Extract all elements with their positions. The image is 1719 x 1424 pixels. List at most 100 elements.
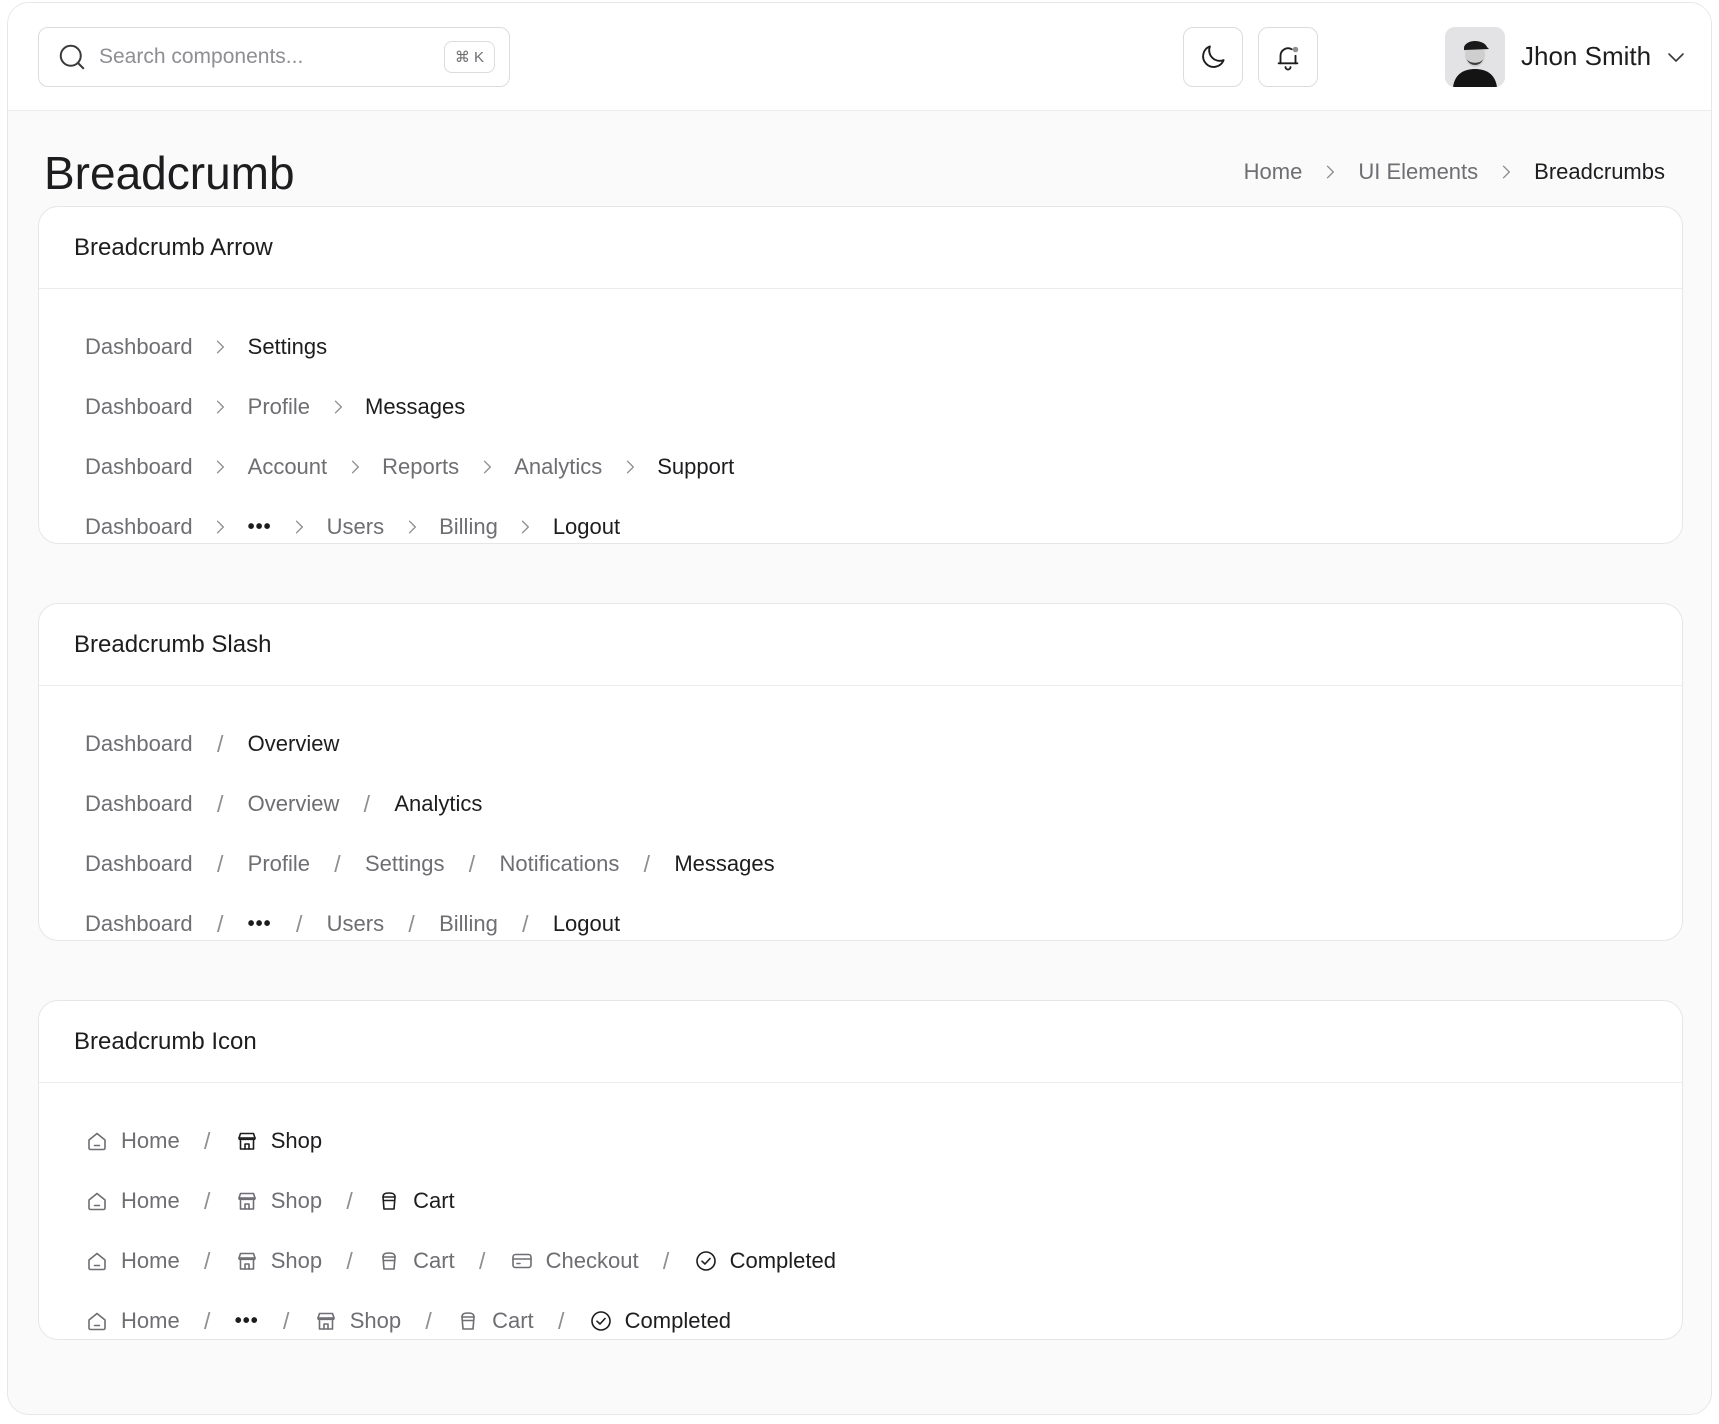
card-title: Breadcrumb Slash (39, 604, 1682, 686)
breadcrumb-link-users[interactable]: Users (327, 514, 384, 540)
breadcrumb-link-cart[interactable]: Cart (377, 1248, 455, 1274)
breadcrumb-label: Dashboard (85, 911, 193, 936)
user-name[interactable]: Jhon Smith (1521, 41, 1651, 72)
breadcrumb-ellipsis[interactable]: ••• (248, 516, 272, 539)
breadcrumb-link-account[interactable]: Account (248, 454, 328, 480)
chevron-right-icon (1502, 165, 1511, 179)
breadcrumb-label: Dashboard (85, 394, 193, 419)
keyboard-shortcut-badge: ⌘ K (443, 41, 495, 73)
card-breadcrumb-arrow: Breadcrumb Arrow Dashboard Settings Dashbo… (38, 206, 1683, 544)
breadcrumb-link-dashboard[interactable]: Dashboard (85, 334, 193, 360)
breadcrumb-label: Overview (247, 791, 340, 816)
theme-toggle-button[interactable] (1183, 27, 1243, 87)
breadcrumb-label: Dashboard (85, 334, 193, 359)
home-icon (88, 1192, 106, 1211)
breadcrumb-separator-slash: / (346, 1187, 353, 1214)
breadcrumb-link-dashboard[interactable]: Dashboard (85, 514, 193, 540)
breadcrumb-link-overview[interactable]: Overview (248, 791, 340, 817)
breadcrumb-label: Shop (270, 1128, 323, 1153)
breadcrumb-link-dashboard[interactable]: Dashboard (85, 394, 193, 420)
breadcrumb-link-shop[interactable]: Shop (235, 1248, 322, 1274)
breadcrumb-separator-slash: / (203, 1187, 211, 1214)
breadcrumb-label: Dashboard (85, 514, 193, 539)
breadcrumb-current-messages: Messages (365, 394, 465, 420)
breadcrumb-link-notifications[interactable]: Notifications (500, 851, 620, 877)
breadcrumb-label: Settings (365, 851, 445, 876)
breadcrumb-label: Home (1243, 159, 1303, 184)
chevron-right-icon (626, 460, 634, 474)
chevron-down-icon[interactable] (1664, 45, 1688, 69)
breadcrumb-label: Users (326, 514, 385, 539)
breadcrumb-link-checkout[interactable]: Checkout (510, 1248, 639, 1274)
chevron-right-icon (216, 460, 225, 474)
breadcrumb-ellipsis[interactable]: ••• (235, 1310, 259, 1333)
breadcrumb-link-reports[interactable]: Reports (382, 454, 459, 480)
breadcrumb-label: Home (121, 1188, 180, 1213)
breadcrumb-link-dashboard[interactable]: Dashboard (85, 454, 193, 480)
notifications-button[interactable] (1258, 27, 1318, 87)
breadcrumb-separator-arrow (384, 517, 439, 537)
breadcrumb-separator-arrow (272, 517, 327, 537)
breadcrumb-link-profile[interactable]: Profile (248, 394, 310, 420)
breadcrumb-link-dashboard[interactable]: Dashboard (85, 911, 193, 937)
credit-card-icon (511, 1253, 532, 1269)
breadcrumb-link-analytics[interactable]: Analytics (514, 454, 602, 480)
breadcrumb-link-billing[interactable]: Billing (439, 514, 498, 540)
breadcrumb-label: Completed (624, 1308, 732, 1333)
chevron-right-icon (295, 520, 304, 534)
breadcrumb-label: Shop (270, 1188, 323, 1213)
breadcrumb-row: Dashboard Account Reports Analytics Support (85, 437, 1682, 497)
breadcrumb-label: Account (247, 454, 328, 479)
breadcrumb-link-shop[interactable]: Shop (235, 1188, 322, 1214)
breadcrumb-current-support: Support (657, 454, 734, 480)
breadcrumb-link-billing[interactable]: Billing (439, 911, 498, 937)
breadcrumb-link-cart[interactable]: Cart (456, 1308, 534, 1334)
check-circle-icon (695, 1251, 716, 1271)
breadcrumb-link-dashboard[interactable]: Dashboard (85, 731, 193, 757)
breadcrumb-separator-arrow (1302, 162, 1358, 182)
search-box[interactable]: ⌘ K (38, 27, 510, 87)
breadcrumb-link-dashboard[interactable]: Dashboard (85, 791, 193, 817)
card-body: Home / Shop Home / Shop / Cart Home / Shop / Cart / Ch… (39, 1083, 1682, 1351)
breadcrumb-current-completed: Completed (589, 1308, 731, 1334)
card-body: Dashboard / Overview Dashboard / Overview / Ana… (39, 686, 1682, 954)
breadcrumb-current-settings: Settings (248, 334, 328, 360)
breadcrumb-row: Home / ••• / Shop / Cart / Completed (85, 1291, 1682, 1351)
breadcrumb-link-home[interactable]: Home (85, 1308, 180, 1334)
breadcrumb-label: Cart (492, 1308, 534, 1333)
breadcrumb-link-dashboard[interactable]: Dashboard (85, 851, 193, 877)
breadcrumb-separator-arrow (602, 457, 657, 477)
breadcrumb-link-ui-elements[interactable]: UI Elements (1358, 159, 1478, 185)
page-breadcrumb: Home UI Elements Breadcrumbs (1244, 159, 1665, 185)
breadcrumb-link-home[interactable]: Home (85, 1128, 180, 1154)
breadcrumb-link-profile[interactable]: Profile (248, 851, 310, 877)
breadcrumb-separator-slash: / (203, 1247, 211, 1274)
breadcrumb-separator-arrow (193, 457, 248, 477)
breadcrumb-label: Support (657, 454, 735, 479)
chevron-right-icon (483, 460, 491, 474)
cart-icon (461, 1312, 475, 1330)
breadcrumb-separator-slash: / (283, 1307, 290, 1334)
breadcrumb-label: Shop (349, 1308, 402, 1333)
breadcrumb-link-home[interactable]: Home (1244, 159, 1303, 185)
breadcrumb-label: Cart (413, 1188, 455, 1213)
breadcrumb-link-home[interactable]: Home (85, 1188, 180, 1214)
home-icon (88, 1312, 106, 1331)
breadcrumb-current-breadcrumbs: Breadcrumbs (1534, 159, 1665, 185)
breadcrumb-link-users[interactable]: Users (327, 911, 384, 937)
search-input[interactable] (99, 45, 419, 69)
breadcrumb-separator-slash: / (643, 850, 651, 877)
breadcrumb-separator-slash: / (468, 850, 476, 877)
breadcrumb-label: Billing (439, 911, 498, 936)
breadcrumb-label: Home (121, 1128, 180, 1153)
avatar[interactable] (1445, 27, 1505, 87)
breadcrumb-separator-slash: / (425, 1307, 432, 1334)
check-circle-icon (590, 1311, 611, 1331)
breadcrumb-link-shop[interactable]: Shop (314, 1308, 401, 1334)
breadcrumb-link-home[interactable]: Home (85, 1248, 180, 1274)
breadcrumb-label: Checkout (545, 1248, 639, 1273)
breadcrumb-current-completed: Completed (694, 1248, 836, 1274)
breadcrumb-link-settings[interactable]: Settings (365, 851, 445, 877)
breadcrumb-ellipsis[interactable]: ••• (248, 913, 272, 936)
breadcrumb-label: Dashboard (85, 851, 193, 876)
